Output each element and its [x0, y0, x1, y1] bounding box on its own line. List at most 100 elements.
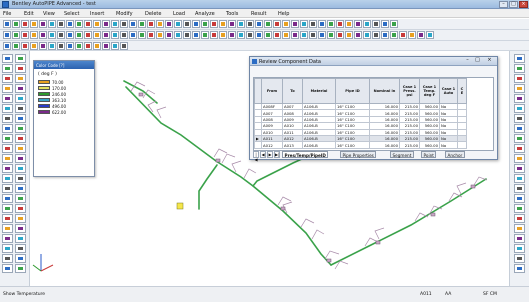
cell-material[interactable]: A106-B — [302, 141, 336, 149]
toolbar-button[interactable] — [66, 20, 74, 28]
tool-button[interactable] — [514, 244, 525, 253]
toolbar-button[interactable] — [57, 42, 65, 50]
tool-button[interactable] — [15, 144, 26, 153]
toolbar-button[interactable] — [30, 20, 38, 28]
toolbar-button[interactable] — [291, 20, 299, 28]
tool-button[interactable] — [2, 244, 13, 253]
toolbar-button[interactable] — [39, 20, 47, 28]
tab-pipe-properties[interactable]: Pipe Properties — [340, 151, 377, 158]
tool-button[interactable] — [15, 194, 26, 203]
toolbar-button[interactable] — [66, 31, 74, 39]
toolbar-button[interactable] — [201, 31, 209, 39]
row-selector[interactable] — [254, 141, 262, 149]
column-header[interactable]: To — [282, 78, 303, 104]
tool-button[interactable] — [2, 194, 13, 203]
column-header[interactable]: Material — [302, 78, 336, 104]
toolbar-button[interactable] — [111, 42, 119, 50]
cell-from[interactable]: A012 — [261, 141, 283, 149]
tool-button[interactable] — [2, 134, 13, 143]
toolbar-button[interactable] — [147, 31, 155, 39]
toolbar-button[interactable] — [300, 20, 308, 28]
toolbar-button[interactable] — [210, 31, 218, 39]
dialog-maximize-button[interactable]: □ — [474, 58, 481, 64]
toolbar-button[interactable] — [201, 20, 209, 28]
tab-point[interactable]: Point — [421, 151, 437, 158]
tool-button[interactable] — [2, 164, 13, 173]
menu-file[interactable]: File — [3, 11, 11, 17]
toolbar-button[interactable] — [30, 31, 38, 39]
toolbar-button[interactable] — [372, 20, 380, 28]
toolbar-button[interactable] — [237, 31, 245, 39]
menu-analyze[interactable]: Analyze — [195, 11, 215, 17]
toolbar-button[interactable] — [408, 31, 416, 39]
toolbar-button[interactable] — [426, 31, 434, 39]
toolbar-button[interactable] — [381, 20, 389, 28]
tool-button[interactable] — [2, 54, 13, 63]
menu-modify[interactable]: Modify — [116, 11, 133, 17]
toolbar-button[interactable] — [228, 31, 236, 39]
tool-button[interactable] — [15, 184, 26, 193]
review-component-dialog[interactable]: Review Component Data – □ × From To Mate… — [249, 56, 498, 162]
toolbar-button[interactable] — [39, 31, 47, 39]
tool-button[interactable] — [514, 84, 525, 93]
tool-button[interactable] — [514, 94, 525, 103]
toolbar-button[interactable] — [48, 42, 56, 50]
toolbar-button[interactable] — [156, 31, 164, 39]
column-header[interactable]: Case 1 Auto — [439, 78, 458, 104]
tool-button[interactable] — [2, 114, 13, 123]
tool-button[interactable] — [2, 184, 13, 193]
toolbar-button[interactable] — [309, 20, 317, 28]
tab-first-button[interactable]: |◀ — [253, 151, 259, 162]
toolbar-button[interactable] — [12, 31, 20, 39]
cell-temperature[interactable]: 560.00 — [419, 141, 440, 149]
toolbar-button[interactable] — [57, 20, 65, 28]
tool-button[interactable] — [2, 264, 13, 273]
tool-button[interactable] — [514, 174, 525, 183]
temperature-legend[interactable]: Color Code [?] ( deg F ) 70.00 170.00 24… — [33, 60, 95, 177]
toolbar-button[interactable] — [363, 31, 371, 39]
toolbar-button[interactable] — [48, 31, 56, 39]
toolbar-button[interactable] — [30, 42, 38, 50]
menu-result[interactable]: Result — [251, 11, 266, 17]
toolbar-button[interactable] — [165, 20, 173, 28]
toolbar-button[interactable] — [282, 31, 290, 39]
toolbar-button[interactable] — [111, 20, 119, 28]
tool-button[interactable] — [514, 194, 525, 203]
column-header[interactable]: Pipe ID — [335, 78, 370, 104]
toolbar-button[interactable] — [327, 31, 335, 39]
tool-button[interactable] — [15, 64, 26, 73]
tool-button[interactable] — [2, 204, 13, 213]
toolbar-button[interactable] — [363, 20, 371, 28]
toolbar-button[interactable] — [138, 31, 146, 39]
toolbar-button[interactable] — [48, 20, 56, 28]
toolbar-button[interactable] — [381, 31, 389, 39]
toolbar-button[interactable] — [255, 20, 263, 28]
tool-button[interactable] — [2, 84, 13, 93]
toolbar-button[interactable] — [336, 31, 344, 39]
toolbar-button[interactable] — [354, 31, 362, 39]
toolbar-button[interactable] — [3, 20, 11, 28]
toolbar-button[interactable] — [147, 20, 155, 28]
menu-help[interactable]: Help — [278, 11, 289, 17]
column-header[interactable]: Case 1 Press. psi — [399, 78, 420, 104]
cell-nominal[interactable]: 16.000 — [369, 141, 400, 149]
tool-button[interactable] — [514, 114, 525, 123]
tool-button[interactable] — [514, 254, 525, 263]
menu-load[interactable]: Load — [173, 11, 185, 17]
cell-to[interactable]: A013 — [282, 141, 303, 149]
toolbar-button[interactable] — [75, 42, 83, 50]
toolbar-button[interactable] — [21, 20, 29, 28]
tool-button[interactable] — [15, 84, 26, 93]
tool-button[interactable] — [2, 154, 13, 163]
menu-select[interactable]: Select — [64, 11, 79, 17]
toolbar-button[interactable] — [300, 31, 308, 39]
menu-delete[interactable]: Delete — [145, 11, 161, 17]
toolbar-button[interactable] — [156, 20, 164, 28]
toolbar-button[interactable] — [399, 31, 407, 39]
tool-button[interactable] — [514, 54, 525, 63]
toolbar-button[interactable] — [255, 31, 263, 39]
tool-button[interactable] — [514, 64, 525, 73]
tool-button[interactable] — [2, 254, 13, 263]
tool-button[interactable] — [2, 214, 13, 223]
maximize-button[interactable]: □ — [509, 1, 518, 8]
